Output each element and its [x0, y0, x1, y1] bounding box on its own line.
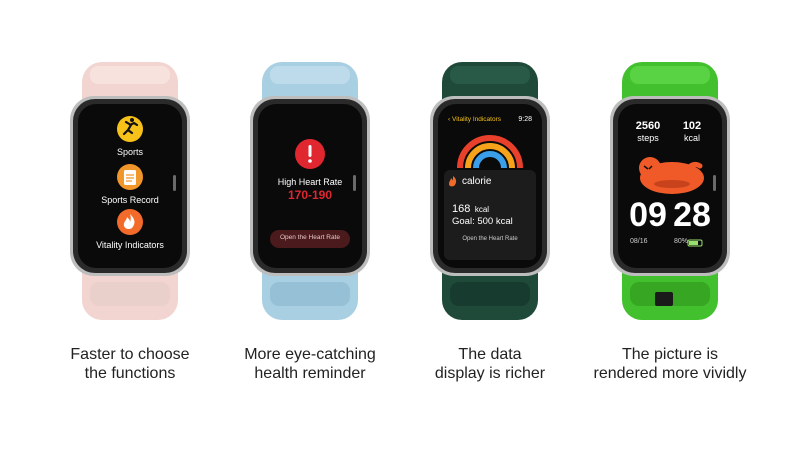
steps-value: 2560: [635, 120, 661, 132]
dark-green-band-graphic: [430, 62, 550, 320]
kcal-label: kcal: [683, 133, 700, 143]
time-hour: 09: [629, 196, 667, 234]
caption-1-line1: Faster to choose: [70, 346, 190, 363]
caption-3-line1: The data: [458, 346, 522, 363]
lime-band-graphic: [610, 62, 730, 320]
caption-3: The data display is richer: [395, 345, 585, 383]
pink-band-graphic: [70, 62, 190, 320]
battery-label: 80%: [673, 238, 688, 245]
menu-item-sports-label[interactable]: Sports: [80, 147, 180, 157]
caption-4: The picture is rendered more vividly: [575, 345, 765, 383]
open-heart-rate-button-label[interactable]: Open the Heart Rate: [270, 234, 350, 241]
blue-band-graphic: [250, 62, 370, 320]
caption-2: More eye-catching health reminder: [215, 345, 405, 383]
cartoon-creature-icon: [639, 157, 704, 194]
heart-rate-value: 170-190: [287, 188, 333, 202]
caption-2-line2: health reminder: [254, 365, 366, 382]
date-label: 08/16: [630, 238, 648, 245]
caption-1: Faster to choose the functions: [35, 345, 225, 383]
band-loop-icon: [655, 292, 673, 306]
open-heart-rate-button-label[interactable]: Open the Heart Rate: [444, 236, 536, 242]
status-time: 9:28: [518, 116, 532, 123]
back-label-text: Vitality Indicators: [451, 116, 501, 123]
caption-1-line2: the functions: [84, 365, 176, 382]
card-title: calorie: [462, 176, 492, 187]
alert-title: High Heart Rate: [277, 177, 343, 187]
caption-4-line1: The picture is: [621, 346, 719, 363]
caption-2-line1: More eye-catching: [244, 346, 376, 363]
caption-3-line2: display is richer: [434, 365, 546, 382]
time-minute: 28: [673, 196, 711, 234]
kcal-line: 168 kcal: [452, 199, 532, 217]
kcal-value: 168: [452, 203, 471, 215]
steps-label: steps: [637, 133, 659, 143]
kcal-value: 102: [682, 120, 702, 132]
menu-item-sports-record-label[interactable]: Sports Record: [80, 195, 180, 205]
kcal-unit: kcal: [474, 205, 490, 214]
menu-item-vitality-label[interactable]: Vitality Indicators: [80, 240, 180, 250]
caption-4-line2: rendered more vividly: [593, 365, 747, 382]
goal-text: Goal: 500 kcal: [452, 216, 513, 227]
running-icon: [117, 116, 143, 142]
